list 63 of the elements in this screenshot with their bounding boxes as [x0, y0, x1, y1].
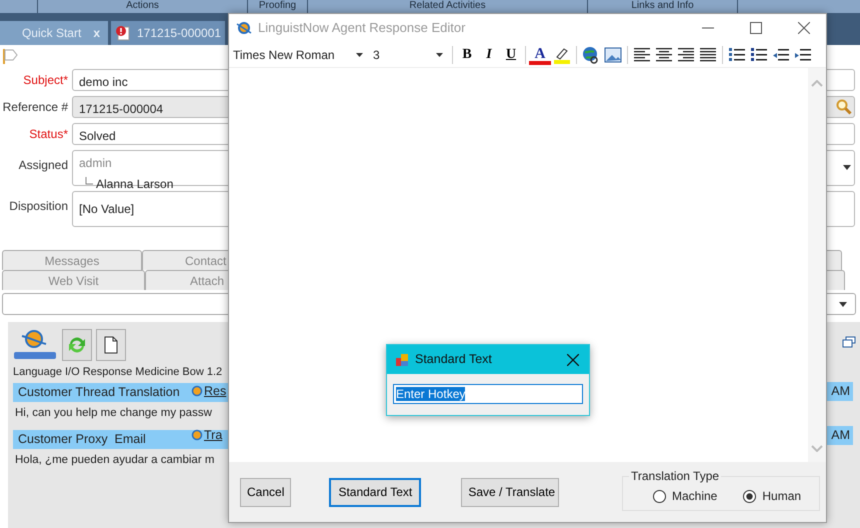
thread-message: Hola, ¿me pueden ayudar a cambiar m [14, 452, 214, 468]
justify-icon [699, 46, 717, 64]
globe-logo-drawing [12, 328, 58, 362]
radio-option[interactable]: Human [743, 487, 802, 505]
align-left-icon [633, 46, 651, 64]
field-label: Status [29, 127, 64, 141]
globe-logo-icon [190, 384, 203, 398]
thread-link[interactable]: Res [190, 382, 226, 400]
search-icon [836, 99, 852, 115]
scroll-up-icon [811, 80, 823, 87]
bullets-icon [750, 46, 768, 64]
document-alert-icon [115, 25, 131, 41]
image-icon [604, 46, 622, 64]
font-size-dropdown[interactable]: 3 [369, 44, 447, 66]
dropdown-caret-icon [356, 52, 363, 56]
window-app-icon [395, 352, 409, 366]
align-right-icon [677, 46, 695, 64]
field-label: Subject [23, 73, 64, 87]
dialog-button[interactable]: Save / Translate [461, 478, 560, 506]
required-mark: * [63, 73, 68, 87]
scroll-down-icon [811, 445, 823, 452]
dialog-button[interactable]: Cancel [240, 478, 292, 506]
close-icon [798, 22, 810, 34]
maximize-icon [750, 22, 762, 34]
highlight-icon [553, 46, 571, 64]
tree-connector-icon [85, 177, 93, 185]
thread-time: AM [827, 382, 853, 400]
hotkey-field[interactable]: Enter Hotkey [393, 384, 583, 404]
dropdown-caret-icon [843, 165, 851, 170]
radio-option[interactable]: Machine [653, 487, 718, 505]
document-icon [104, 336, 118, 354]
tree-group: admin [79, 156, 112, 170]
globe-logo-icon [236, 20, 252, 36]
new-document-button[interactable] [96, 329, 126, 361]
flag-icon [2, 48, 20, 64]
scrollbar[interactable] [808, 68, 826, 462]
field-label: Assigned [18, 158, 68, 172]
dropdown-caret-icon [839, 302, 847, 306]
underline-button[interactable]: U [500, 44, 522, 64]
numbered-icon [728, 46, 746, 64]
tree-item: Alanna Larson [96, 177, 174, 191]
bold-button[interactable]: B [456, 44, 478, 64]
restore-window-icon [842, 336, 856, 348]
italic-button[interactable]: I [478, 44, 500, 64]
color-button[interactable]: A [529, 44, 551, 64]
font-dropdown[interactable]: Times New Roman [229, 44, 367, 66]
dialog-title: Standard Text [415, 351, 492, 368]
link-icon [582, 46, 600, 64]
required-mark: * [63, 127, 68, 141]
image-button[interactable] [602, 44, 624, 64]
window-title: LinguistNow Agent Response Editor [258, 19, 466, 38]
panel-caption: Language I/O Response Medicine Bow 1.2 [12, 365, 224, 380]
group-legend: Translation Type [629, 469, 722, 483]
field-label: Reference # [2, 100, 68, 114]
close-icon [567, 354, 579, 366]
thread-link[interactable]: Tra [190, 426, 222, 445]
align-center-icon [655, 46, 673, 64]
thread-time: AM [827, 426, 853, 445]
dialog-button[interactable]: Standard Text [329, 478, 422, 506]
field-label: Disposition [9, 199, 68, 213]
dropdown-caret-icon [436, 52, 443, 56]
thread-message: Hi, can you help me change my passw [14, 406, 212, 420]
globe-logo-icon [190, 428, 203, 442]
